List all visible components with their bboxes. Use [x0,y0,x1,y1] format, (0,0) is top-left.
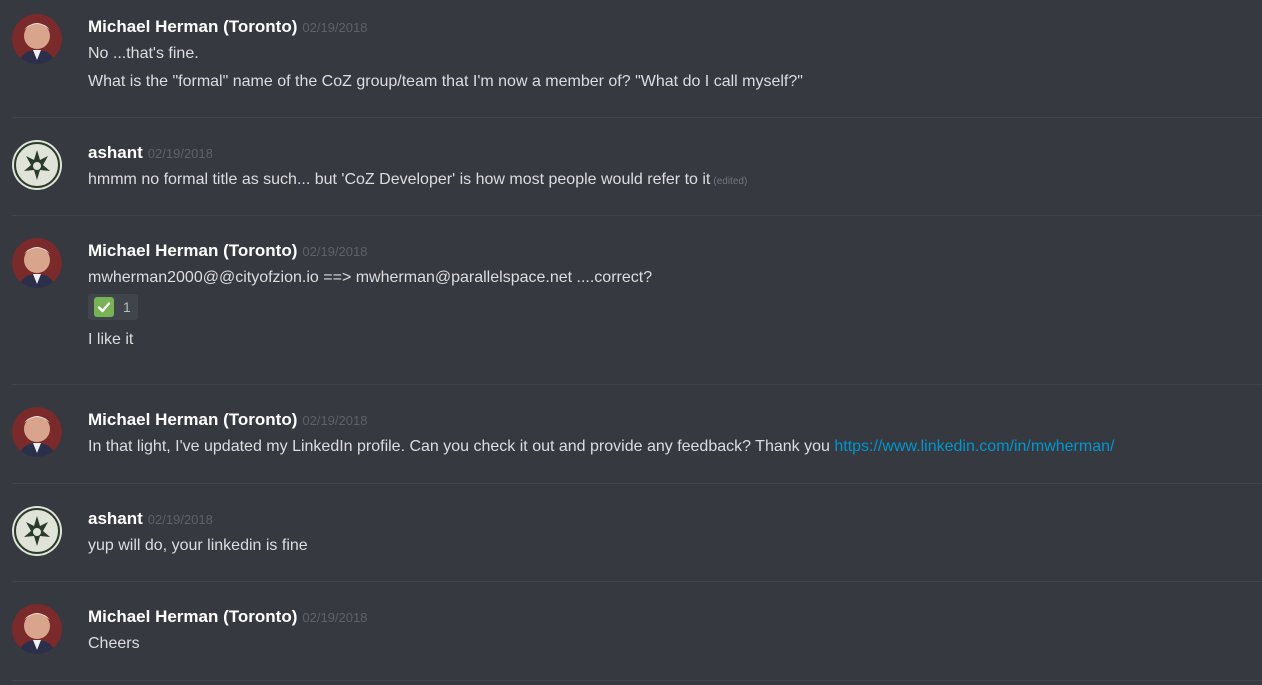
timestamp: 02/19/2018 [147,146,213,161]
message-text: hmmm no formal title as such... but 'CoZ… [88,166,1262,194]
message-divider [12,581,1262,582]
ashant-avatar-icon[interactable] [12,506,62,556]
michael-avatar-icon[interactable] [12,407,62,457]
white-check-mark-icon [94,297,114,317]
timestamp: 02/19/2018 [302,610,368,625]
message-header: ashant 02/19/2018 [88,506,1262,532]
message-divider [12,117,1262,118]
username[interactable]: Michael Herman (Toronto) [88,17,297,36]
message-text: Cheers [88,635,140,652]
michael-avatar-icon[interactable] [12,238,62,288]
message-text-content: hmmm no formal title as such... but 'CoZ… [88,171,711,188]
username[interactable]: Michael Herman (Toronto) [88,410,297,429]
message-content: Michael Herman (Toronto) 02/19/2018 Cheer… [88,604,1262,658]
message-content: Michael Herman (Toronto) 02/19/2018 In th… [88,407,1262,461]
message-text: In that light, I've updated my LinkedIn … [88,433,1262,461]
message-text: I like it [88,331,134,348]
message-content: Michael Herman (Toronto) 02/19/2018 mwher… [88,238,1262,354]
reaction-button[interactable]: 1 [88,294,138,320]
username[interactable]: ashant [88,143,143,162]
message-header: Michael Herman (Toronto) 02/19/2018 [88,238,1262,264]
reaction-count: 1 [123,299,131,315]
username[interactable]: Michael Herman (Toronto) [88,241,297,260]
chat-messages: Michael Herman (Toronto) 02/19/2018 No ..… [0,0,1262,685]
message-text-content: In that light, I've updated my LinkedIn … [88,438,835,455]
message-divider [12,384,1262,385]
message-text: yup will do, your linkedin is fine [88,537,308,554]
timestamp: 02/19/2018 [302,20,368,35]
message-divider [12,680,1262,681]
michael-avatar-icon[interactable] [12,14,62,64]
message-text: mwherman2000@@cityofzion.io ==> mwherman… [88,269,653,286]
message-header: Michael Herman (Toronto) 02/19/2018 [88,604,1262,630]
message-text: What is the "formal" name of the CoZ gro… [88,73,803,90]
message-content: Michael Herman (Toronto) 02/19/2018 No ..… [88,14,1262,96]
timestamp: 02/19/2018 [147,512,213,527]
timestamp: 02/19/2018 [302,413,368,428]
message-content: ashant 02/19/2018 yup will do, your linke… [88,506,1262,560]
linkedin-link[interactable]: https://www.linkedin.com/in/mwherman/ [834,438,1114,455]
message-header: Michael Herman (Toronto) 02/19/2018 [88,407,1262,433]
ashant-avatar-icon[interactable] [12,140,62,190]
message-content: ashant 02/19/2018 hmmm no formal title as… [88,140,1262,194]
message-divider [12,483,1262,484]
message-header: ashant 02/19/2018 [88,140,1262,166]
timestamp: 02/19/2018 [302,244,368,259]
message-header: Michael Herman (Toronto) 02/19/2018 [88,14,1262,40]
username[interactable]: Michael Herman (Toronto) [88,607,297,626]
username[interactable]: ashant [88,509,143,528]
edited-label: (edited) [713,176,748,187]
michael-avatar-icon[interactable] [12,604,62,654]
message-divider [12,215,1262,216]
message-text: No ...that's fine. [88,45,199,62]
